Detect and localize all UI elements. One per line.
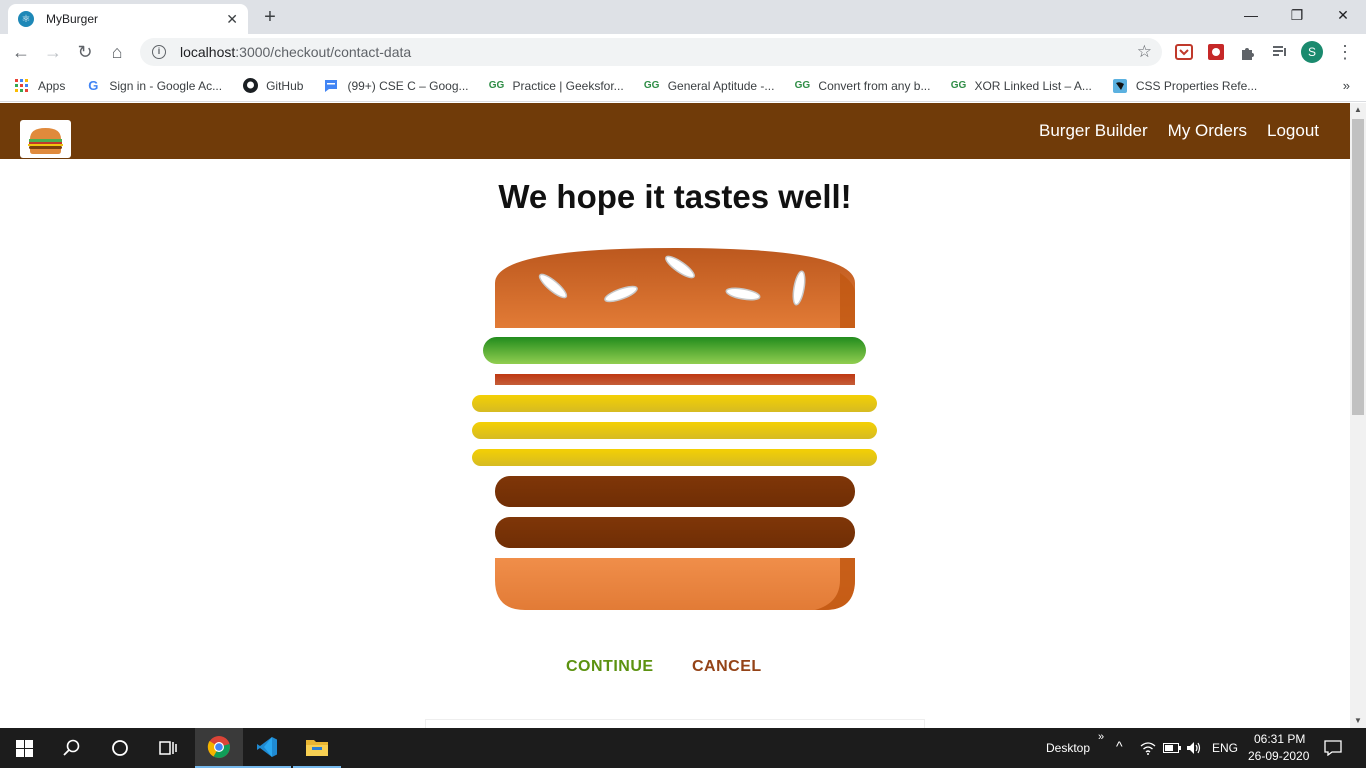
window-close-icon[interactable]: ✕ [1320, 0, 1366, 32]
scroll-down-icon[interactable]: ▼ [1350, 714, 1366, 728]
bookmarks-overflow-icon[interactable]: » [1343, 78, 1350, 93]
bookmark-label: Sign in - Google Ac... [109, 78, 223, 93]
main-nav: Burger Builder My Orders Logout [1019, 103, 1319, 159]
geeksforgeeks-icon: GG [643, 80, 660, 91]
bookmark-label: Convert from any b... [818, 78, 931, 93]
continue-button[interactable]: CONTINUE [566, 658, 654, 676]
bookmark-star-icon[interactable]: ☆ [1137, 42, 1152, 62]
browser-tab-strip: ⚛ MyBurger ✕ + — ❐ ✕ [0, 0, 1366, 34]
react-favicon-icon: ⚛ [18, 11, 34, 27]
file-explorer-taskbar-icon[interactable] [293, 728, 341, 768]
github-icon [242, 78, 258, 94]
bookmark-label: General Aptitude -... [667, 78, 775, 93]
geeksforgeeks-icon: GG [488, 80, 505, 91]
vscode-taskbar-icon[interactable] [243, 728, 291, 768]
page-viewport: Burger Builder My Orders Logout We hope … [0, 103, 1350, 728]
chrome-taskbar-icon[interactable] [195, 728, 243, 768]
tab-close-icon[interactable]: ✕ [226, 11, 238, 28]
bookmark-label: Apps [38, 78, 66, 93]
burger-logo[interactable] [20, 120, 71, 158]
nav-my-orders[interactable]: My Orders [1168, 121, 1247, 141]
desktop-toolbar-label[interactable]: Desktop [1046, 741, 1090, 755]
new-tab-icon[interactable]: + [258, 6, 282, 30]
back-icon[interactable]: ← [8, 40, 34, 66]
bookmark-item[interactable]: CSS Properties Refe... [1112, 78, 1257, 94]
browser-menu-icon[interactable]: ⋮ [1332, 40, 1358, 66]
browser-toolbar: ← → ↻ ⌂ i localhost:3000/checkout/contac… [0, 34, 1366, 70]
bookmark-item[interactable]: GG Practice | Geeksfor... [489, 78, 624, 94]
input-language[interactable]: ENG [1212, 741, 1238, 755]
minimize-icon[interactable]: — [1228, 0, 1274, 32]
browser-tab[interactable]: ⚛ MyBurger ✕ [8, 4, 248, 34]
bookmark-label: (99+) CSE C – Goog... [347, 78, 469, 93]
scroll-thumb[interactable] [1352, 119, 1364, 415]
bookmark-item[interactable]: G Sign in - Google Ac... [85, 78, 222, 94]
battery-icon[interactable] [1163, 743, 1181, 753]
home-icon[interactable]: ⌂ [104, 40, 130, 66]
red-extension-icon[interactable] [1207, 43, 1225, 61]
bookmark-item[interactable]: (99+) CSE C – Goog... [323, 78, 469, 94]
forward-icon[interactable]: → [40, 40, 66, 66]
volume-icon[interactable] [1186, 741, 1202, 755]
windows-start-icon[interactable] [0, 728, 48, 768]
cancel-button[interactable]: CANCEL [692, 658, 762, 676]
cortana-icon[interactable] [96, 728, 144, 768]
bookmark-item[interactable]: GG Convert from any b... [794, 78, 931, 94]
app-toolbar: Burger Builder My Orders Logout [0, 103, 1350, 159]
notifications-icon[interactable] [1324, 740, 1342, 756]
restore-icon[interactable]: ❐ [1274, 0, 1320, 32]
bacon-layer [495, 374, 855, 385]
nav-burger-builder[interactable]: Burger Builder [1039, 121, 1148, 141]
css-icon [1112, 78, 1128, 94]
nav-logout[interactable]: Logout [1267, 121, 1319, 141]
bookmarks-bar: Apps G Sign in - Google Ac... GitHub (99+) C… [0, 70, 1366, 102]
profile-avatar[interactable]: S [1301, 41, 1323, 63]
site-info-icon[interactable]: i [152, 45, 166, 59]
geeksforgeeks-icon: GG [950, 80, 967, 91]
bookmark-item[interactable]: GitHub [242, 78, 303, 94]
cheese-layer [472, 422, 877, 439]
contact-form-edge [425, 719, 925, 728]
meat-layer [495, 476, 855, 507]
geeksforgeeks-icon: GG [794, 80, 811, 91]
media-control-icon[interactable] [1271, 43, 1289, 61]
extensions-puzzle-icon[interactable] [1239, 43, 1257, 61]
reload-icon[interactable]: ↻ [72, 40, 98, 66]
bookmark-label: Practice | Geeksfor... [512, 78, 624, 93]
bookmark-item[interactable]: GG XOR Linked List – A... [950, 78, 1092, 94]
clock-time[interactable]: 06:31 PM [1254, 732, 1305, 746]
tab-title: MyBurger [46, 12, 99, 26]
apps-grid-icon [14, 78, 30, 94]
scroll-up-icon[interactable]: ▲ [1350, 103, 1366, 117]
wifi-icon[interactable] [1140, 741, 1156, 755]
cheese-layer [472, 449, 877, 466]
task-view-icon[interactable] [144, 728, 192, 768]
show-hidden-icons-icon[interactable]: ^ [1116, 738, 1123, 754]
salad-layer [483, 337, 866, 364]
bookmark-item[interactable]: GG General Aptitude -... [644, 78, 775, 94]
google-icon: G [88, 78, 99, 93]
clock-date[interactable]: 26-09-2020 [1248, 749, 1309, 763]
search-icon[interactable] [48, 728, 96, 768]
cheese-layer [472, 395, 877, 412]
tray-overflow-icon[interactable]: » [1098, 731, 1104, 743]
bread-bottom [495, 558, 855, 610]
page-title: We hope it tastes well! [498, 178, 852, 215]
bookmark-item[interactable]: Apps [14, 78, 65, 94]
burger-preview [472, 248, 877, 610]
bookmark-label: CSS Properties Refe... [1135, 78, 1258, 93]
meat-layer [495, 517, 855, 548]
pocket-extension-icon[interactable] [1175, 43, 1193, 61]
address-bar[interactable]: i localhost:3000/checkout/contact-data ☆ [140, 38, 1162, 66]
windows-taskbar: Desktop » ^ ENG 06:31 PM 26-09-2020 [0, 728, 1366, 768]
bookmark-label: GitHub [266, 78, 304, 93]
page-scrollbar[interactable]: ▲ ▼ [1350, 103, 1366, 728]
google-chat-icon [323, 78, 339, 94]
burger-logo-icon [28, 128, 63, 154]
url-text: localhost:3000/checkout/contact-data [180, 44, 412, 60]
bread-top [495, 248, 855, 328]
bookmark-label: XOR Linked List – A... [974, 78, 1092, 93]
